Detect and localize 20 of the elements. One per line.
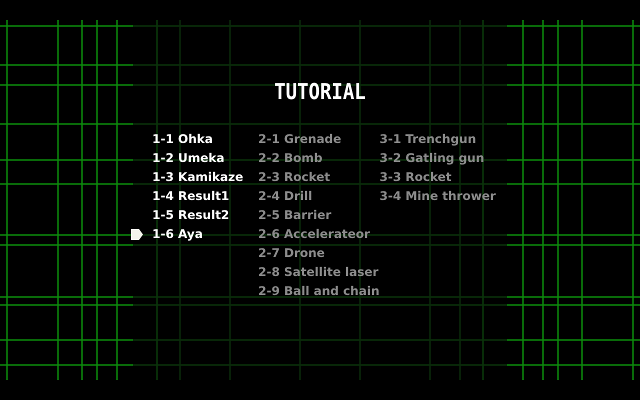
stage-item[interactable]: 2-1 Grenade	[258, 130, 342, 149]
stage-item[interactable]: 2-4 Drill	[258, 187, 312, 206]
menu-title: TUTORIAL	[274, 79, 366, 105]
stage-item[interactable]: 3-1 Trenchgun	[379, 130, 476, 149]
stage-item[interactable]: 2-6 Accelerateor	[258, 225, 370, 244]
stage-item[interactable]: 2-5 Barrier	[258, 206, 332, 225]
stage-item[interactable]: 1-2 Umeka	[152, 149, 224, 168]
stage-item[interactable]: 2-2 Bomb	[258, 149, 322, 168]
stage-item[interactable]: 2-8 Satellite laser	[258, 263, 378, 282]
stage-item[interactable]: 2-9 Ball and chain	[258, 282, 380, 301]
stage-item[interactable]: 3-4 Mine thrower	[379, 187, 496, 206]
stage-item[interactable]: 2-3 Rocket	[258, 168, 330, 187]
stage-item[interactable]: 2-7 Drone	[258, 244, 325, 263]
stage-item[interactable]: 3-2 Gatling gun	[379, 149, 484, 168]
stage-item[interactable]: 1-1 Ohka	[152, 130, 213, 149]
stage-item[interactable]: 1-6 Aya	[152, 225, 203, 244]
stage-item[interactable]: 3-3 Rocket	[379, 168, 452, 187]
stage-item[interactable]: 1-5 Result2	[152, 206, 230, 225]
stage-item[interactable]: 1-4 Result1	[152, 187, 230, 206]
stage-item[interactable]: 1-3 Kamikaze	[152, 168, 244, 187]
